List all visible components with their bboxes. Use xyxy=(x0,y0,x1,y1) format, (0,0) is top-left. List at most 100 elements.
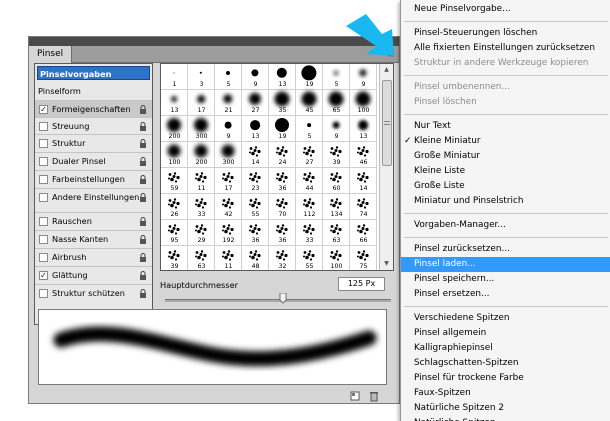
brush-preset-cell[interactable]: 13 xyxy=(161,90,188,116)
menu-item-große-liste[interactable]: Große Liste xyxy=(401,179,610,194)
checkbox[interactable] xyxy=(39,193,48,202)
menu-item-schlagschatten-spitzen[interactable]: Schlagschatten-Spitzen xyxy=(401,356,610,371)
menu-item-pinsel-laden[interactable]: Pinsel laden... xyxy=(401,257,610,272)
grid-scrollbar[interactable]: ▲ ▼ xyxy=(379,64,393,270)
brush-preset-cell[interactable]: 3 xyxy=(188,64,215,90)
brush-preset-cell[interactable]: 9 xyxy=(215,116,242,142)
brush-preset-cell[interactable]: 75 xyxy=(350,246,377,270)
menu-item-neue-pinselvorgabe[interactable]: Neue Pinselvorgabe... xyxy=(401,2,610,17)
diameter-input[interactable]: 125 Px xyxy=(338,277,385,291)
trash-icon[interactable] xyxy=(368,390,380,402)
brush-preset-cell[interactable]: 192 xyxy=(215,220,242,246)
checkbox[interactable] xyxy=(39,235,48,244)
brush-preset-cell[interactable]: 9 xyxy=(323,116,350,142)
brush-preset-cell[interactable]: 200 xyxy=(188,142,215,168)
checkbox[interactable] xyxy=(39,175,48,184)
menu-item-kalligraphiepinsel[interactable]: Kalligraphiepinsel xyxy=(401,341,610,356)
brush-preset-cell[interactable]: 44 xyxy=(296,168,323,194)
checkbox[interactable] xyxy=(39,157,48,166)
brush-preset-cell[interactable]: 63 xyxy=(188,246,215,270)
brush-preset-cell[interactable]: 66 xyxy=(350,220,377,246)
sidebar-item-rauschen[interactable]: Rauschen xyxy=(35,212,152,229)
menu-item-kleine-miniatur[interactable]: ✓ Kleine Miniatur xyxy=(401,134,610,149)
brush-preset-cell[interactable]: 100 xyxy=(161,142,188,168)
brush-preset-cell[interactable]: 29 xyxy=(188,220,215,246)
lock-icon[interactable] xyxy=(139,157,147,166)
new-preset-icon[interactable] xyxy=(349,390,361,402)
brush-preset-cell[interactable]: 55 xyxy=(242,194,269,220)
sidebar-item-farbeinstellungen[interactable]: Farbeinstellungen xyxy=(35,170,152,187)
scroll-down-icon[interactable]: ▼ xyxy=(380,258,393,270)
sidebar-item-struktur-schützen[interactable]: Struktur schützen xyxy=(35,284,152,301)
menu-item-große-miniatur[interactable]: Große Miniatur xyxy=(401,149,610,164)
scrollbar-thumb[interactable] xyxy=(382,80,392,166)
menu-item-verschiedene-spitzen[interactable]: Verschiedene Spitzen xyxy=(401,311,610,326)
brush-preset-cell[interactable]: 74 xyxy=(350,194,377,220)
brush-preset-cell[interactable]: 5 xyxy=(296,116,323,142)
sidebar-item-dualer-pinsel[interactable]: Dualer Pinsel xyxy=(35,152,152,169)
brush-preset-cell[interactable]: 32 xyxy=(269,246,296,270)
brush-preset-cell[interactable]: 59 xyxy=(161,168,188,194)
sidebar-item-nasse-kanten[interactable]: Nasse Kanten xyxy=(35,230,152,247)
brush-preset-cell[interactable]: 5 xyxy=(215,64,242,90)
brush-preset-cell[interactable]: 55 xyxy=(296,246,323,270)
brush-preset-cell[interactable]: 60 xyxy=(323,168,350,194)
brush-preset-cell[interactable]: 46 xyxy=(350,142,377,168)
sidebar-item-airbrush[interactable]: Airbrush xyxy=(35,248,152,265)
brush-preset-cell[interactable]: 48 xyxy=(242,246,269,270)
brush-preset-cell[interactable]: 33 xyxy=(188,194,215,220)
menu-item-pinsel-zurücksetzen[interactable]: Pinsel zurücksetzen... xyxy=(401,242,610,257)
brush-preset-cell[interactable]: 27 xyxy=(242,90,269,116)
brush-preset-cell[interactable]: 65 xyxy=(323,90,350,116)
lock-icon[interactable] xyxy=(139,175,147,184)
brush-preset-cell[interactable]: 42 xyxy=(215,194,242,220)
menu-item-pinsel-steuerungen-löschen[interactable]: Pinsel-Steuerungen löschen xyxy=(401,26,610,41)
brush-preset-cell[interactable]: 39 xyxy=(161,246,188,270)
brush-preset-cell[interactable]: 95 xyxy=(161,220,188,246)
brush-preset-cell[interactable]: 9 xyxy=(242,64,269,90)
menu-item-pinsel-allgemein[interactable]: Pinsel allgemein xyxy=(401,326,610,341)
sidebar-item-pinselform[interactable]: Pinselform xyxy=(35,83,152,100)
brush-preset-cell[interactable]: 14 xyxy=(350,168,377,194)
lock-icon[interactable] xyxy=(139,122,147,131)
menu-item-pinsel-ersetzen[interactable]: Pinsel ersetzen... xyxy=(401,287,610,302)
lock-icon[interactable] xyxy=(139,217,147,226)
checkbox[interactable]: ✓ xyxy=(39,105,48,114)
brush-preset-cell[interactable]: 24 xyxy=(269,142,296,168)
brush-preset-cell[interactable]: 100 xyxy=(323,246,350,270)
checkbox[interactable] xyxy=(39,122,48,131)
lock-icon[interactable] xyxy=(139,105,147,114)
lock-icon[interactable] xyxy=(139,289,147,298)
brush-preset-cell[interactable]: 13 xyxy=(350,116,377,142)
brush-preset-cell[interactable]: 11 xyxy=(215,246,242,270)
brush-preset-cell[interactable]: 134 xyxy=(323,194,350,220)
brush-preset-cell[interactable]: 26 xyxy=(161,194,188,220)
menu-item-faux-spitzen[interactable]: Faux-Spitzen xyxy=(401,386,610,401)
checkbox[interactable] xyxy=(39,217,48,226)
lock-icon[interactable] xyxy=(139,235,147,244)
brush-preset-cell[interactable]: 300 xyxy=(215,142,242,168)
tab-pinsel[interactable]: Pinsel xyxy=(29,46,73,63)
checkbox[interactable] xyxy=(39,139,48,148)
brush-preset-cell[interactable]: 13 xyxy=(269,64,296,90)
menu-item-natürliche-spitzen[interactable]: Natürliche Spitzen xyxy=(401,416,610,421)
brush-preset-cell[interactable]: 300 xyxy=(188,116,215,142)
brush-preset-cell[interactable]: 39 xyxy=(323,142,350,168)
menu-item-nur-text[interactable]: Nur Text xyxy=(401,119,610,134)
brush-preset-cell[interactable]: 17 xyxy=(215,168,242,194)
sidebar-item-pinselvorgaben[interactable]: Pinselvorgaben xyxy=(37,66,150,80)
menu-item-pinsel-speichern[interactable]: Pinsel speichern... xyxy=(401,272,610,287)
brush-preset-cell[interactable]: 112 xyxy=(296,194,323,220)
diameter-slider-thumb[interactable] xyxy=(279,292,287,304)
menu-item-vorgaben-manager[interactable]: Vorgaben-Manager... xyxy=(401,218,610,233)
lock-icon[interactable] xyxy=(139,271,147,280)
sidebar-item-streuung[interactable]: Streuung xyxy=(35,117,152,134)
brush-preset-cell[interactable]: 63 xyxy=(323,220,350,246)
brush-preset-cell[interactable]: 23 xyxy=(242,168,269,194)
menu-item-miniatur-und-pinselstrich[interactable]: Miniatur und Pinselstrich xyxy=(401,194,610,209)
brush-preset-cell[interactable]: 36 xyxy=(242,220,269,246)
brush-preset-cell[interactable]: 45 xyxy=(296,90,323,116)
sidebar-item-struktur[interactable]: Struktur xyxy=(35,134,152,151)
lock-icon[interactable] xyxy=(139,139,147,148)
sidebar-item-formeigenschaften[interactable]: ✓ Formeigenschaften xyxy=(35,100,152,117)
